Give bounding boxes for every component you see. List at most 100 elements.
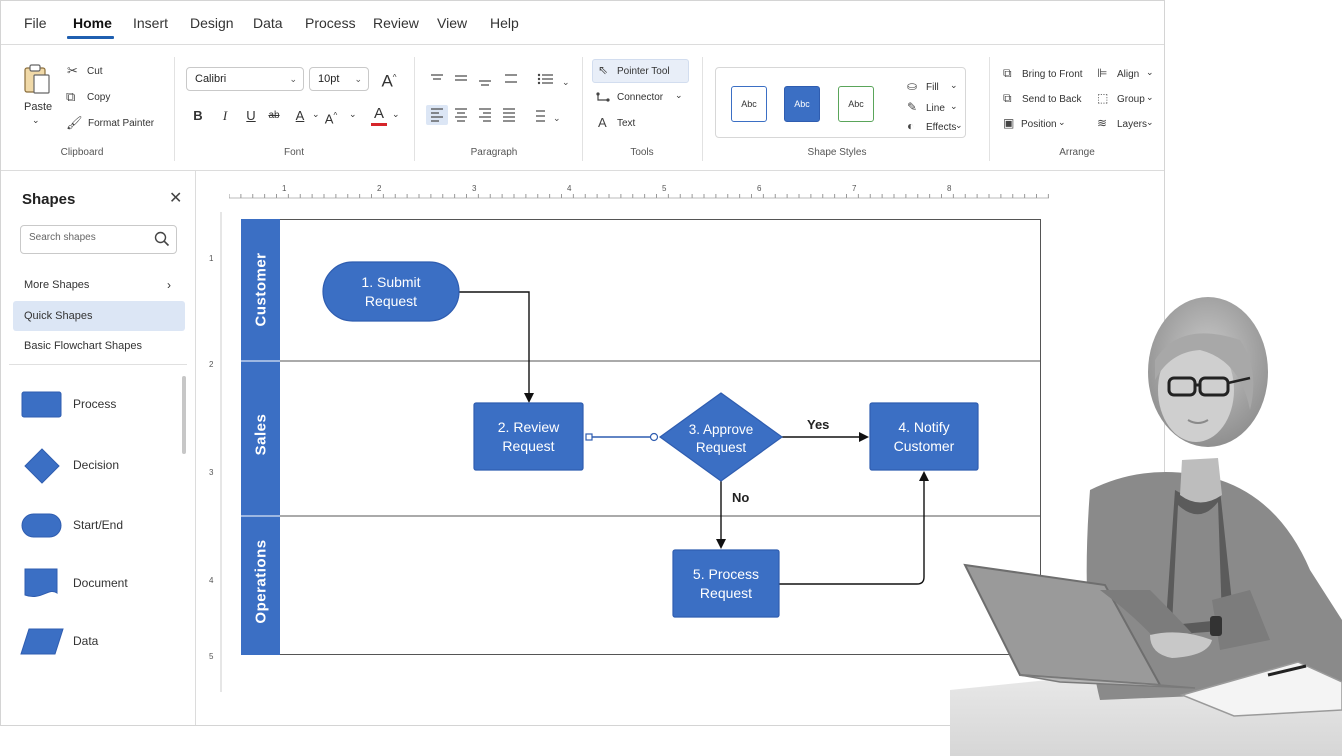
bring-to-front-icon[interactable]: ⧉ — [1003, 67, 1012, 79]
chevron-down-icon[interactable]: ⌄ — [349, 109, 357, 120]
menu-process[interactable]: Process — [305, 15, 356, 31]
chevron-down-icon[interactable]: ⌄ — [1146, 92, 1154, 103]
menu-data[interactable]: Data — [253, 15, 283, 31]
format-painter-button[interactable]: Format Painter — [88, 118, 154, 129]
font-family-select[interactable]: Calibri ⌄ — [186, 67, 304, 91]
bring-to-front-button[interactable]: Bring to Front — [1022, 69, 1083, 80]
node-text-submit: 1. Submit Request — [323, 273, 459, 311]
pointer-tool-button[interactable]: ⇖ Pointer Tool — [592, 59, 689, 83]
svg-text:⌄: ⌄ — [562, 77, 570, 87]
menu-file[interactable]: File — [24, 15, 47, 31]
chevron-down-icon: ⌄ — [675, 90, 683, 100]
chevron-right-icon: › — [167, 278, 171, 292]
layers-icon[interactable]: ≋ — [1097, 117, 1107, 129]
line-button[interactable]: Line — [926, 103, 945, 114]
chevron-down-icon[interactable]: ⌄ — [950, 80, 958, 91]
paste-button[interactable]: Paste ⌄ — [19, 63, 55, 131]
chevron-down-icon[interactable]: ⌄ — [1058, 117, 1066, 128]
group-button[interactable]: Group — [1117, 94, 1145, 105]
chevron-down-icon[interactable]: ⌄ — [392, 109, 400, 120]
font-size-select[interactable]: 10pt ⌄ — [309, 67, 369, 91]
menu-insert[interactable]: Insert — [133, 15, 168, 31]
effects-button[interactable]: Effects — [926, 122, 956, 133]
shape-decision[interactable]: Decision — [19, 446, 184, 486]
search-icon[interactable] — [154, 231, 170, 247]
shape-data[interactable]: Data — [19, 622, 184, 662]
close-icon[interactable]: ✕ — [169, 188, 182, 208]
connector-button[interactable]: Connector ⌄ — [595, 90, 687, 108]
svg-text:⌄: ⌄ — [553, 113, 561, 123]
font-color-button[interactable]: A — [370, 105, 388, 123]
arrange-group-label: Arrange — [1059, 147, 1095, 158]
grow-font-icon[interactable]: A^ — [380, 69, 398, 90]
fill-bucket-icon[interactable]: ⛀ — [907, 80, 917, 92]
chevron-down-icon[interactable]: ⌄ — [955, 120, 963, 131]
font-group-label: Font — [283, 147, 304, 158]
chevron-down-icon[interactable]: ⌄ — [1146, 117, 1154, 128]
style-swatch-outline-green[interactable]: Abc — [838, 86, 874, 122]
text-tool-icon[interactable]: A — [598, 116, 607, 129]
ruler-label: 4 — [209, 576, 214, 585]
chevron-down-icon[interactable]: ⌄ — [312, 109, 320, 120]
underline-button[interactable]: U — [242, 107, 260, 125]
align-icon[interactable]: ⊫ — [1097, 67, 1107, 79]
align-button[interactable]: Align — [1117, 69, 1139, 80]
copy-button[interactable]: Copy — [87, 92, 110, 103]
chevron-down-icon: ⌄ — [354, 74, 362, 84]
layers-button[interactable]: Layers — [1117, 119, 1147, 130]
scissors-icon[interactable]: ✂ — [67, 64, 78, 77]
position-icon[interactable]: ▣ — [1003, 117, 1014, 129]
more-shapes-label: More Shapes — [24, 279, 90, 291]
person-with-laptop-photo — [950, 297, 1342, 756]
basic-flowchart-label: Basic Flowchart Shapes — [24, 340, 142, 352]
shapes-panel-title: Shapes — [22, 191, 76, 208]
position-button[interactable]: Position — [1021, 119, 1057, 130]
ribbon-separator — [174, 57, 175, 161]
menu-view[interactable]: View — [437, 15, 467, 31]
lane-label-operations: Operations — [252, 539, 270, 624]
basic-flowchart-shapes-link[interactable]: Basic Flowchart Shapes — [13, 331, 185, 361]
menu-home[interactable]: Home — [73, 15, 112, 31]
menu-design[interactable]: Design — [190, 15, 234, 31]
quick-shapes-link[interactable]: Quick Shapes — [13, 301, 185, 331]
line-pen-icon[interactable]: ✎ — [907, 101, 917, 113]
group-icon[interactable]: ⬚ — [1097, 92, 1108, 104]
shape-start-end[interactable]: Start/End — [19, 506, 184, 546]
shape-label-process: Process — [73, 397, 117, 411]
bold-button[interactable]: B — [189, 107, 207, 125]
style-swatch-outline-blue[interactable]: Abc — [731, 86, 767, 122]
quick-shapes-label: Quick Shapes — [24, 310, 93, 322]
send-to-back-button[interactable]: Send to Back — [1022, 94, 1081, 105]
format-painter-icon[interactable]: 🖌 — [66, 116, 83, 129]
chevron-down-icon[interactable]: ⌄ — [950, 101, 958, 112]
active-tab-indicator — [67, 36, 114, 39]
ruler-label: 1 — [209, 254, 214, 263]
highlight-button[interactable]: A — [291, 107, 309, 125]
connector-handle[interactable] — [585, 433, 593, 441]
chevron-down-icon[interactable]: ⌄ — [1146, 67, 1154, 78]
italic-button[interactable]: I — [216, 107, 234, 125]
node-text-approve: 3. Approve Request — [666, 421, 776, 457]
fill-button[interactable]: Fill — [926, 82, 939, 93]
connector-handle[interactable] — [649, 432, 659, 442]
ribbon-separator — [582, 57, 583, 161]
effects-icon[interactable]: ◐ — [907, 120, 914, 132]
text-tool-button[interactable]: Text — [617, 118, 635, 129]
cut-button[interactable]: Cut — [87, 66, 103, 77]
font-size-value: 10pt — [318, 73, 340, 85]
search-input[interactable] — [27, 231, 156, 244]
shape-process[interactable]: Process — [19, 385, 184, 425]
more-shapes-link[interactable]: More Shapes › — [13, 270, 185, 300]
ruler-label: 8 — [947, 184, 952, 193]
copy-icon[interactable]: ⧉ — [66, 90, 75, 103]
send-to-back-icon[interactable]: ⧉ — [1003, 92, 1012, 104]
font-size-up-icon[interactable]: A^ — [322, 107, 340, 126]
strikethrough-button[interactable]: ab — [265, 107, 283, 125]
horizontal-ruler — [229, 194, 1049, 199]
menu-review[interactable]: Review — [373, 15, 419, 31]
shape-document[interactable]: Document — [19, 564, 184, 604]
menu-help[interactable]: Help — [490, 15, 519, 31]
font-family-value: Calibri — [195, 73, 227, 85]
style-swatch-filled-blue[interactable]: Abc — [784, 86, 820, 122]
search-box — [20, 225, 177, 254]
